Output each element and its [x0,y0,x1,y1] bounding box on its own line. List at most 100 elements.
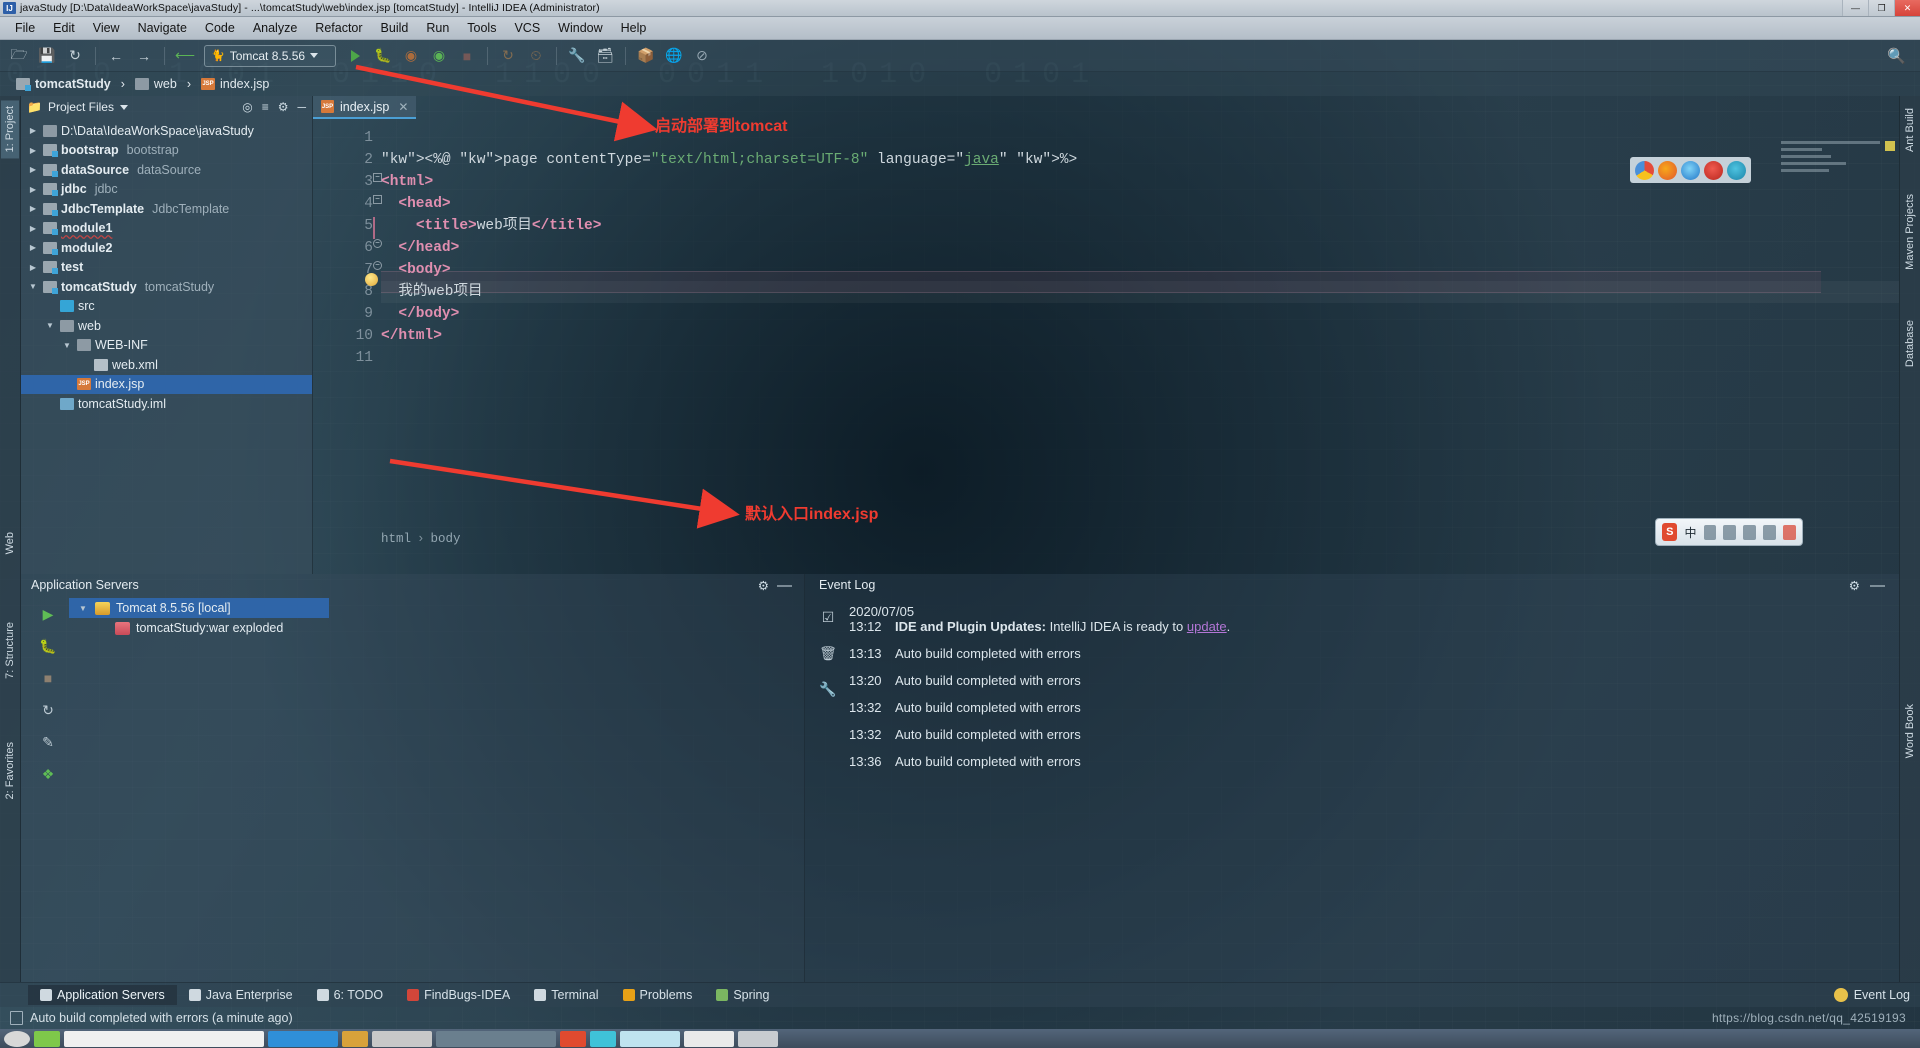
stripe-tab-ant-build[interactable]: Ant Build [1901,102,1919,158]
toolwindow-tab-spring[interactable]: Spring [704,985,781,1005]
chevron-down-icon[interactable] [310,53,319,58]
settings-icon[interactable]: ❖ [39,765,57,783]
toolwindow-tab-findbugs-idea[interactable]: FindBugs-IDEA [395,985,522,1005]
menu-item-edit[interactable]: Edit [44,19,84,37]
tree-node-index.jsp[interactable]: ▶JSPindex.jsp [21,374,312,394]
menu-item-window[interactable]: Window [549,19,611,37]
tree-node-src[interactable]: ▶src [21,297,312,317]
punct-icon[interactable] [1703,524,1717,540]
chevron-right-icon[interactable]: ▶ [27,204,39,213]
tree-node-d--data-ideaworkspace-javastudy[interactable]: ▶ D:\Data\IdeaWorkSpace\javaStudy [21,121,312,141]
chevron-right-icon[interactable]: ▶ [27,126,39,135]
tree-node-web.xml[interactable]: ▶web.xml [21,355,312,375]
menu-item-code[interactable]: Code [196,19,244,37]
rerun-icon[interactable]: ◉ [426,44,452,68]
sync-icon[interactable]: ↻ [62,44,88,68]
tree-node-tomcatstudy.iml[interactable]: ▶tomcatStudy.iml [21,394,312,414]
rerun-icon[interactable]: ↻ [39,701,57,719]
chevron-right-icon[interactable]: ▶ [27,185,39,194]
tree-node-module1[interactable]: ▶ module1 [21,219,312,239]
search-icon[interactable]: 🔍 [1887,47,1906,65]
stripe-tab-web[interactable]: Web [1,526,19,560]
intention-bulb-icon[interactable] [365,273,378,286]
stripe-tab-favorites[interactable]: 2: Favorites [1,736,19,805]
taskbar-item[interactable] [560,1030,586,1047]
run-configuration-selector[interactable]: 🐈 Tomcat 8.5.56 [204,44,336,67]
collapse-all-icon[interactable]: ≡ [262,100,269,114]
open-folder-icon[interactable]: 🗁 [6,44,32,68]
save-icon[interactable]: 💾 [34,44,60,68]
mark-read-icon[interactable]: ☑ [819,608,837,626]
taskbar-item[interactable] [436,1030,556,1047]
translate-icon[interactable]: 🌐 [661,44,687,68]
taskbar-item[interactable] [372,1030,432,1047]
forward-arrow-icon[interactable]: → [131,44,157,68]
editor-breadcrumb-body[interactable]: body [431,532,461,546]
taskbar-item[interactable] [590,1030,616,1047]
tree-node-tomcatstudy[interactable]: ▼ tomcatStudy tomcatStudy [21,277,312,297]
no-entry-icon[interactable]: ⊘ [689,44,715,68]
tree-node-module2[interactable]: ▶ module2 [21,238,312,258]
menu-item-help[interactable]: Help [612,19,656,37]
project-view-selector[interactable]: Project Files [48,100,114,114]
opera-icon[interactable] [1704,160,1723,180]
event-log-toggle[interactable]: Event Log [1833,988,1910,1002]
app-server-node-1[interactable]: ▶tomcatStudy:war exploded [69,618,804,638]
chevron-down-icon[interactable]: ▼ [44,321,56,330]
undo-icon[interactable]: ⟵ [172,44,198,68]
tab-index-jsp[interactable]: JSP index.jsp ✕ [313,96,417,119]
safari-icon[interactable] [1681,160,1700,180]
edit-icon[interactable]: ✎ [39,733,57,751]
settings-icon[interactable]: 🔧 [564,44,590,68]
toolbox-icon[interactable] [1763,524,1777,540]
update-link[interactable]: update [1187,619,1227,634]
tree-node-web-inf[interactable]: ▼ WEB-INF [21,336,312,356]
chevron-right-icon[interactable]: ▶ [27,224,39,233]
hide-icon[interactable]: ─ [297,100,306,114]
back-arrow-icon[interactable]: ← [103,44,129,68]
browser-launch-bar[interactable] [1630,157,1751,183]
run-icon[interactable]: ▶ [39,605,57,623]
menu-item-build[interactable]: Build [372,19,418,37]
chevron-right-icon[interactable]: ▶ [27,146,39,155]
ime-mode-label[interactable]: 中 [1684,524,1696,541]
code-editor[interactable]: 1 2 3 4 5 6 7 8 9 10 11 − − − − "kw"><%@ "kw">page… [313,119,1899,548]
run-icon[interactable] [342,44,368,68]
chevron-right-icon[interactable]: ▶ [27,263,39,272]
chevron-down-icon[interactable]: ▼ [77,604,89,613]
navbar-crumb-tomcatstudy[interactable]: tomcatStudy [10,76,117,92]
stripe-tab-structure[interactable]: 7: Structure [1,616,19,685]
edge-icon[interactable] [1727,160,1746,180]
chevron-down-icon[interactable] [119,104,128,110]
menu-item-refactor[interactable]: Refactor [306,19,371,37]
taskbar-item[interactable] [268,1030,338,1047]
settings-icon[interactable]: ⚙ [758,578,769,593]
menu-item-file[interactable]: File [6,19,44,37]
navbar-crumb-web[interactable]: web [129,76,183,92]
tree-node-web[interactable]: ▼ web [21,316,312,336]
taskbar-item[interactable] [738,1030,778,1047]
taskbar-item[interactable] [64,1030,264,1047]
editor-breadcrumb-html[interactable]: html [381,532,411,546]
tree-node-test[interactable]: ▶ test [21,258,312,278]
minimize-button[interactable]: — [1842,0,1868,16]
skin-icon[interactable] [1783,524,1797,540]
chevron-down-icon[interactable]: ▼ [61,341,73,350]
toolwindow-tab-java-enterprise[interactable]: Java Enterprise [177,985,305,1005]
keyboard-icon[interactable] [1743,524,1757,540]
ime-toolbar[interactable]: S 中 [1655,518,1803,546]
editor-minimap[interactable] [1781,141,1889,201]
menu-item-navigate[interactable]: Navigate [129,19,196,37]
close-button[interactable]: ✕ [1894,0,1920,16]
stripe-tab-word-book[interactable]: Word Book [1901,698,1919,764]
chrome-icon[interactable] [1635,160,1654,180]
locate-icon[interactable]: ◎ [242,100,252,114]
tree-node-bootstrap[interactable]: ▶ bootstrap bootstrap [21,141,312,161]
toolwindow-tab-6-todo[interactable]: 6: TODO [305,985,396,1005]
close-icon[interactable]: ✕ [398,100,408,114]
project-structure-icon[interactable]: 🗃 [592,44,618,68]
debug-icon[interactable]: 🐛 [370,44,396,68]
settings-icon[interactable]: 🔧 [819,680,837,698]
menu-item-tools[interactable]: Tools [458,19,505,37]
settings-icon[interactable]: ⚙ [278,100,289,114]
